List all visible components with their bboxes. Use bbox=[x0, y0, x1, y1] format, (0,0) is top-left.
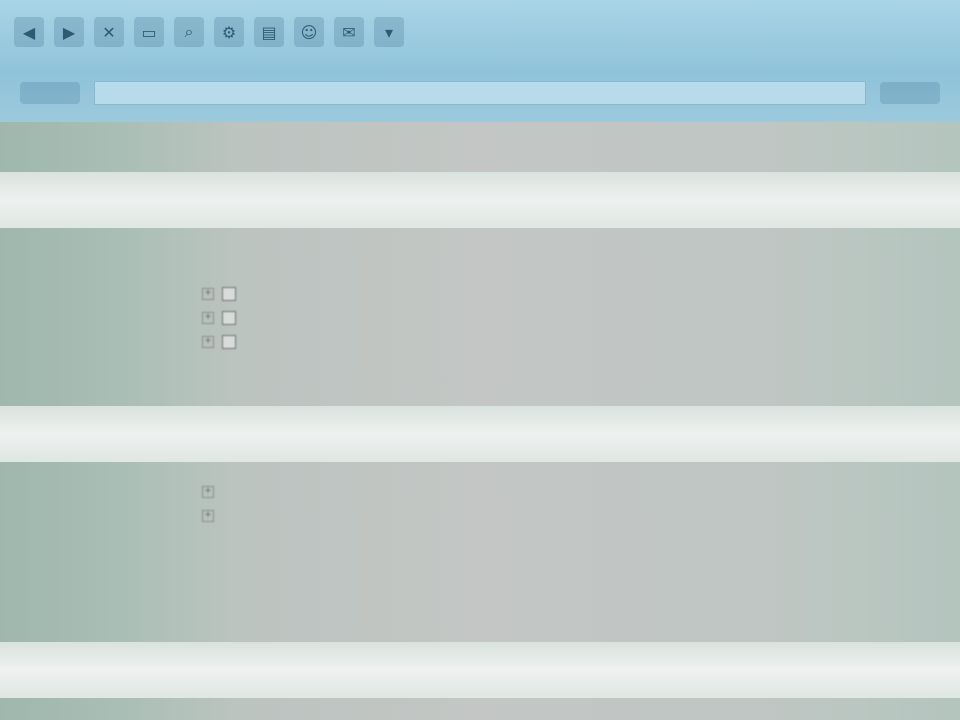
tree-item[interactable]: + bbox=[180, 306, 500, 330]
tree-item[interactable] bbox=[180, 258, 500, 282]
go-button[interactable] bbox=[880, 82, 940, 104]
expand-icon[interactable]: + bbox=[202, 336, 214, 348]
tree-item[interactable] bbox=[180, 528, 500, 552]
section-band bbox=[0, 406, 960, 462]
expand-icon[interactable]: + bbox=[202, 510, 214, 522]
tree-item[interactable]: + bbox=[180, 480, 500, 504]
address-field[interactable] bbox=[94, 81, 866, 105]
arrow-down-icon[interactable]: ▾ bbox=[374, 17, 404, 47]
forward-icon[interactable]: ▶ bbox=[54, 17, 84, 47]
footer-band bbox=[0, 642, 960, 698]
back-icon[interactable]: ◀ bbox=[14, 17, 44, 47]
tree-list: + + + bbox=[180, 234, 500, 402]
print-icon[interactable]: ▤ bbox=[254, 17, 284, 47]
tree-item[interactable] bbox=[180, 354, 500, 378]
item-checkbox[interactable] bbox=[222, 311, 236, 325]
address-row bbox=[20, 78, 940, 108]
tree-item[interactable]: + bbox=[180, 282, 500, 306]
item-checkbox[interactable] bbox=[222, 335, 236, 349]
toolbar-row: ◀ ▶ ✕ ▭ ⌕ ⚙ ▤ ☺ ✉ ▾ bbox=[14, 14, 404, 50]
header-band bbox=[0, 172, 960, 228]
item-checkbox[interactable] bbox=[222, 287, 236, 301]
tree-item[interactable] bbox=[180, 552, 500, 576]
toolbar: ◀ ▶ ✕ ▭ ⌕ ⚙ ▤ ☺ ✉ ▾ bbox=[0, 0, 960, 122]
address-label bbox=[20, 82, 80, 104]
folder-icon[interactable]: ▭ bbox=[134, 17, 164, 47]
tree-item[interactable] bbox=[180, 576, 500, 600]
settings-icon[interactable]: ⚙ bbox=[214, 17, 244, 47]
main-pane: + + + + + bbox=[0, 122, 960, 720]
search-icon[interactable]: ⌕ bbox=[174, 17, 204, 47]
user-icon[interactable]: ☺ bbox=[294, 17, 324, 47]
tree-item[interactable] bbox=[180, 600, 500, 624]
expand-icon[interactable]: + bbox=[202, 288, 214, 300]
tree-item[interactable]: + bbox=[180, 330, 500, 354]
tree-item[interactable] bbox=[180, 234, 500, 258]
mail-icon[interactable]: ✉ bbox=[334, 17, 364, 47]
tree-item[interactable] bbox=[180, 378, 500, 402]
tree-item[interactable]: + bbox=[180, 504, 500, 528]
close-icon[interactable]: ✕ bbox=[94, 17, 124, 47]
tree-list-2: + + bbox=[180, 480, 500, 648]
expand-icon[interactable]: + bbox=[202, 486, 214, 498]
expand-icon[interactable]: + bbox=[202, 312, 214, 324]
